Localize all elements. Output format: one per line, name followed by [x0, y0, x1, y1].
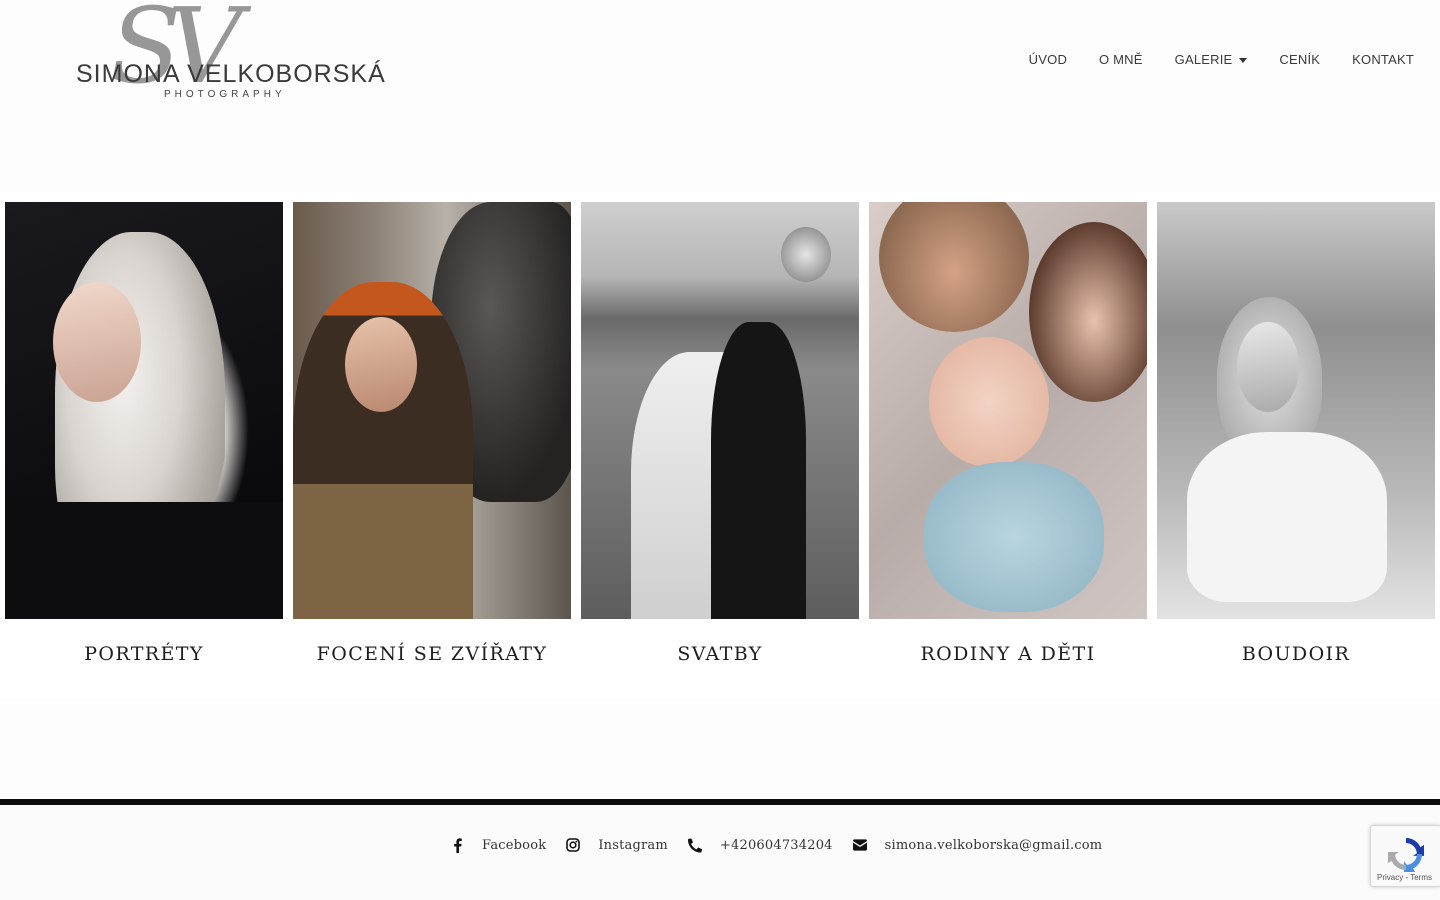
- privacy-link[interactable]: Privacy: [1377, 873, 1403, 882]
- nav-label: KONTAKT: [1352, 52, 1414, 67]
- recaptcha-icon: [1388, 838, 1424, 872]
- card-caption: RODINY A DĚTI: [920, 643, 1096, 665]
- nav-label: CENÍK: [1279, 52, 1321, 67]
- footer: Facebook Instagram +420604734204 simona.…: [0, 805, 1440, 900]
- gallery-card-rodiny[interactable]: RODINY A DĚTI: [869, 202, 1147, 665]
- phone-icon: [687, 837, 702, 853]
- gallery-card-zvirata[interactable]: FOCENÍ SE ZVÍŘATY: [293, 202, 571, 665]
- logo-tagline: PHOTOGRAPHY: [164, 89, 286, 100]
- card-caption: PORTRÉTY: [84, 643, 204, 665]
- boudoir-photo: [1157, 202, 1435, 619]
- page: SV SIMONA VELKOBORSKÁ PHOTOGRAPHY ÚVOD O…: [0, 0, 1440, 900]
- email-link[interactable]: simona.velkoborska@gmail.com: [852, 837, 1103, 853]
- envelope-icon: [852, 837, 867, 853]
- family-photo: [869, 202, 1147, 619]
- card-caption: BOUDOIR: [1241, 643, 1351, 665]
- instagram-icon: [566, 837, 581, 853]
- email-label: simona.velkoborska@gmail.com: [884, 837, 1103, 853]
- recaptcha-badge[interactable]: Privacy - Terms: [1370, 825, 1440, 887]
- instagram-link[interactable]: Instagram: [566, 837, 668, 853]
- logo-name: SIMONA VELKOBORSKÁ: [76, 60, 386, 88]
- portrait-photo: [5, 202, 283, 619]
- site-logo[interactable]: SV SIMONA VELKOBORSKÁ PHOTOGRAPHY: [70, 0, 385, 116]
- recaptcha-links: Privacy - Terms: [1377, 873, 1432, 882]
- nav-item-uvod[interactable]: ÚVOD: [1029, 52, 1067, 67]
- gallery-card-boudoir[interactable]: BOUDOIR: [1157, 202, 1435, 665]
- contact-links: Facebook Instagram +420604734204 simona.…: [450, 837, 1122, 853]
- facebook-link[interactable]: Facebook: [450, 837, 546, 853]
- phone-link[interactable]: +420604734204: [687, 837, 833, 853]
- instagram-label: Instagram: [598, 837, 668, 853]
- phone-label: +420604734204: [719, 837, 833, 853]
- nav-label: GALERIE: [1174, 52, 1233, 67]
- nav-label: O MNĚ: [1099, 52, 1143, 67]
- wedding-photo: [581, 202, 859, 619]
- animal-photo: [293, 202, 571, 619]
- main-nav: ÚVOD O MNĚ GALERIE CENÍK KONTAKT: [1029, 52, 1414, 67]
- gallery-card-portrety[interactable]: PORTRÉTY: [5, 202, 283, 665]
- nav-label: ÚVOD: [1028, 52, 1068, 67]
- terms-link[interactable]: Terms: [1410, 873, 1432, 882]
- gallery-section: PORTRÉTY FOCENÍ SE ZVÍŘATY SVATBY RODINY…: [0, 192, 1440, 698]
- caret-down-icon: [1239, 57, 1248, 63]
- facebook-label: Facebook: [482, 837, 547, 853]
- card-caption: SVATBY: [677, 643, 763, 665]
- card-caption: FOCENÍ SE ZVÍŘATY: [316, 643, 548, 665]
- nav-item-galerie[interactable]: GALERIE: [1175, 52, 1248, 67]
- nav-item-kontakt[interactable]: KONTAKT: [1352, 52, 1414, 67]
- nav-item-cenik[interactable]: CENÍK: [1279, 52, 1320, 67]
- facebook-icon: [450, 837, 464, 853]
- nav-item-o-mne[interactable]: O MNĚ: [1099, 52, 1143, 67]
- gallery-card-svatby[interactable]: SVATBY: [581, 202, 859, 665]
